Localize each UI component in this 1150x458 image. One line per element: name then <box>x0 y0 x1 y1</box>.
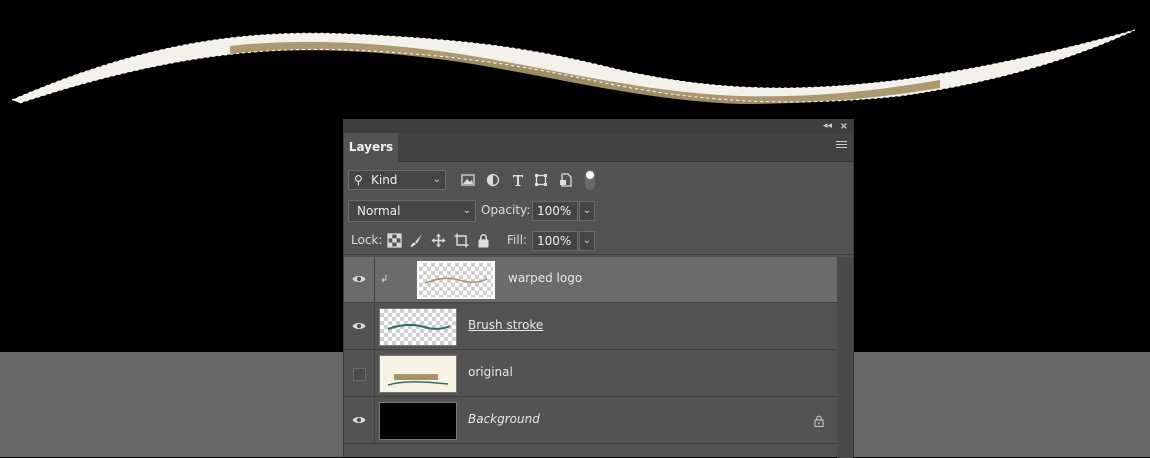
layer-name[interactable]: Background <box>468 412 540 426</box>
blend-row: Normal ⌄ Opacity: 100% ⌄ <box>344 198 853 224</box>
layer-name[interactable]: original <box>468 365 513 379</box>
chevron-down-icon: ⌄ <box>432 174 441 185</box>
search-icon: ⚲ <box>354 173 363 187</box>
visibility-toggle[interactable] <box>344 304 375 349</box>
blend-mode-value: Normal <box>357 204 401 218</box>
thumbnail-art <box>387 323 451 330</box>
visibility-toggle[interactable] <box>344 257 375 302</box>
layers-list: ↲ warped logo Brush stroke original Back… <box>344 257 838 458</box>
shape-layer-filter-icon[interactable] <box>534 173 548 187</box>
fill-label: Fill: <box>507 233 528 247</box>
prevent-auto-nesting-icon[interactable] <box>454 233 469 248</box>
type-layer-filter-icon[interactable] <box>511 173 525 187</box>
opacity-input[interactable]: 100% <box>532 201 578 221</box>
layer-thumbnail[interactable] <box>379 308 457 346</box>
lock-transparent-pixels-icon[interactable] <box>387 233 402 248</box>
lock-label: Lock: <box>351 233 383 247</box>
opacity-label: Opacity: <box>481 203 531 217</box>
layer-thumbnail[interactable] <box>379 402 457 440</box>
warped-logo-artwork <box>11 29 1136 104</box>
opacity-dropdown-button[interactable]: ⌄ <box>579 201 595 221</box>
close-icon[interactable]: × <box>840 120 848 133</box>
layer-thumbnail[interactable] <box>379 355 457 393</box>
filter-row: ⚲ Kind ⌄ <box>344 168 853 194</box>
lock-image-pixels-icon[interactable] <box>409 233 424 248</box>
lock-position-icon[interactable] <box>431 233 446 248</box>
panel-title-bar[interactable]: ◂◂ × <box>344 120 853 133</box>
lock-icon[interactable] <box>814 415 824 427</box>
layer-thumbnail[interactable] <box>417 261 495 299</box>
filter-kind-label: Kind <box>371 173 398 187</box>
panel-tab-row: Layers <box>344 133 853 162</box>
filter-toggle-icon[interactable] <box>584 169 596 191</box>
layer-row-background[interactable]: Background <box>344 398 838 444</box>
pixel-layer-filter-icon[interactable] <box>461 173 475 187</box>
panel-menu-icon[interactable] <box>836 141 847 151</box>
lock-all-icon[interactable] <box>476 233 491 248</box>
layers-panel: ◂◂ × Layers ⚲ Kind ⌄ Normal ⌄ Opacity: 1… <box>343 119 854 458</box>
eye-icon[interactable] <box>352 415 366 425</box>
hidden-visibility-box[interactable] <box>353 368 366 381</box>
fill-input[interactable]: 100% <box>532 231 578 251</box>
layer-name[interactable]: Brush stroke <box>468 318 543 332</box>
thumbnail-art <box>387 374 449 386</box>
lock-row: Lock: Fill: 100% ⌄ <box>344 228 853 255</box>
layers-scrollbar[interactable] <box>837 257 853 458</box>
layer-row-original[interactable]: original <box>344 351 838 397</box>
chevron-down-icon: ⌄ <box>462 205 471 216</box>
layer-row-brush-stroke[interactable]: Brush stroke <box>344 304 838 350</box>
blend-mode-select[interactable]: Normal ⌄ <box>348 200 476 222</box>
filter-kind-select[interactable]: ⚲ Kind ⌄ <box>348 170 446 190</box>
collapse-icon[interactable]: ◂◂ <box>823 120 832 133</box>
fill-dropdown-button[interactable]: ⌄ <box>579 231 595 251</box>
tab-layers[interactable]: Layers <box>344 133 398 162</box>
layer-name[interactable]: warped logo <box>508 271 582 285</box>
clipping-mask-arrow-icon: ↲ <box>380 274 389 285</box>
eye-icon[interactable] <box>352 274 366 284</box>
layer-row-warped-logo[interactable]: ↲ warped logo <box>344 257 838 303</box>
smart-object-filter-icon[interactable] <box>559 173 573 187</box>
warped-logo-shape <box>12 30 1135 103</box>
adjustment-layer-filter-icon[interactable] <box>486 173 500 187</box>
visibility-toggle[interactable] <box>344 351 375 396</box>
thumbnail-art <box>424 277 488 284</box>
eye-icon[interactable] <box>352 321 366 331</box>
visibility-toggle[interactable] <box>344 398 375 443</box>
